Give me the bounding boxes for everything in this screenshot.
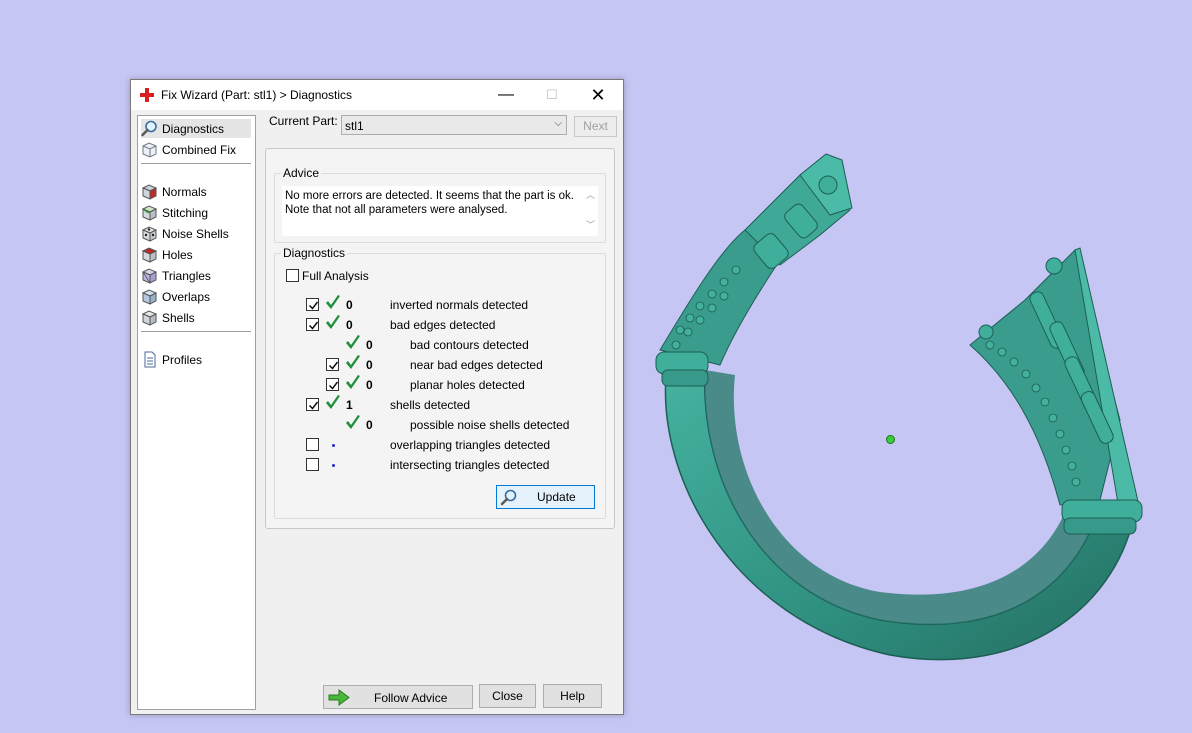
- close-window-button[interactable]: ✕: [575, 80, 621, 110]
- cube-outline-icon: [142, 142, 157, 158]
- near-bad-edges-label: near bad edges detected: [410, 358, 543, 372]
- near-bad-edges-checkbox[interactable]: [326, 358, 339, 371]
- advice-line-2: Note that not all parameters were analys…: [285, 204, 508, 216]
- cube-blue-icon: [141, 289, 158, 305]
- help-button[interactable]: Help: [543, 684, 602, 708]
- window-title: Fix Wizard (Part: stl1) > Diagnostics: [161, 88, 353, 102]
- nav-item-label: Triangles: [162, 268, 211, 283]
- title-bar[interactable]: Fix Wizard (Part: stl1) > Diagnostics — …: [131, 80, 623, 110]
- nav-item-label: Normals: [162, 184, 207, 199]
- inverted-normals-checkbox[interactable]: [306, 298, 319, 311]
- nav-item-profiles[interactable]: Profiles: [141, 350, 251, 369]
- green-check-icon: [326, 315, 340, 329]
- nav-item-stitching[interactable]: Stitching: [141, 203, 251, 222]
- inverted-normals-label: inverted normals detected: [390, 298, 529, 312]
- green-check-icon: [346, 355, 360, 369]
- shells-label: shells detected: [390, 398, 471, 412]
- cube-red-icon: [141, 184, 158, 200]
- update-label: Update: [537, 490, 576, 504]
- current-part-value: stl1: [345, 119, 364, 133]
- green-check-icon: [346, 375, 360, 389]
- advice-textbox[interactable]: No more errors are detected. It seems th…: [282, 186, 598, 236]
- nav-item-label: Combined Fix: [162, 142, 237, 157]
- cube-purple-icon: [141, 268, 158, 284]
- pending-dot-icon: [332, 444, 335, 447]
- magnifier-icon: [141, 120, 157, 137]
- overlapping-triangles-label: overlapping triangles detected: [390, 438, 551, 452]
- advice-line-1: No more errors are detected. It seems th…: [285, 190, 574, 202]
- nav-item-label: Diagnostics: [162, 121, 225, 136]
- maximize-button[interactable]: ☐: [529, 80, 575, 110]
- scroll-up-icon[interactable]: ︿: [586, 188, 595, 201]
- update-button[interactable]: Update: [496, 485, 595, 509]
- nav-item-label: Holes: [162, 247, 193, 262]
- nav-item-label: Stitching: [162, 205, 209, 220]
- next-button[interactable]: Next: [574, 116, 617, 137]
- nav-item-noise-shells[interactable]: Noise Shells: [141, 224, 251, 243]
- current-part-select[interactable]: stl1 ⌵: [341, 115, 567, 135]
- nav-item-label: Overlaps: [162, 289, 211, 304]
- nav-item-diagnostics[interactable]: Diagnostics: [141, 119, 251, 138]
- green-check-icon: [346, 335, 360, 349]
- shells-count: 1: [346, 398, 353, 412]
- intersecting-triangles-checkbox[interactable]: [306, 458, 319, 471]
- diagnostics-panel: Advice No more errors are detected. It s…: [265, 148, 615, 529]
- green-check-icon: [326, 295, 340, 309]
- scroll-down-icon[interactable]: ﹀: [586, 218, 595, 231]
- fix-wizard-dialog: Fix Wizard (Part: stl1) > Diagnostics — …: [130, 79, 624, 715]
- nav-item-label: Shells: [162, 310, 195, 325]
- nav-item-label: Noise Shells: [162, 226, 229, 241]
- planar-holes-label: planar holes detected: [410, 378, 525, 392]
- planar-holes-count: 0: [366, 378, 373, 392]
- full-analysis-label: Full Analysis: [302, 269, 369, 283]
- magnifier-icon: [500, 489, 517, 506]
- pivot-point: [886, 435, 895, 444]
- green-arrow-icon: [328, 689, 350, 706]
- nav-item-holes[interactable]: Holes: [141, 245, 251, 264]
- bad-contours-label: bad contours detected: [410, 338, 529, 352]
- bad-edges-count: 0: [346, 318, 353, 332]
- nav-item-overlaps[interactable]: Overlaps: [141, 287, 251, 306]
- wizard-nav: Diagnostics Combined Fix Normals Stitchi…: [137, 115, 256, 710]
- document-icon: [144, 351, 156, 368]
- green-check-icon: [346, 415, 360, 429]
- planar-holes-checkbox[interactable]: [326, 378, 339, 391]
- near-bad-edges-count: 0: [366, 358, 373, 372]
- minimize-button[interactable]: —: [483, 80, 529, 110]
- inverted-normals-count: 0: [346, 298, 353, 312]
- nav-item-shells[interactable]: Shells: [141, 308, 251, 327]
- cube-grey-icon: [141, 310, 158, 326]
- nav-item-normals[interactable]: Normals: [141, 182, 251, 201]
- bad-edges-checkbox[interactable]: [306, 318, 319, 331]
- follow-advice-label: Follow Advice: [374, 691, 448, 705]
- close-button[interactable]: Close: [479, 684, 536, 708]
- nav-separator: [141, 331, 251, 332]
- bad-edges-label: bad edges detected: [390, 318, 496, 332]
- full-analysis-checkbox[interactable]: [286, 269, 299, 282]
- cube-green-icon: [141, 205, 158, 221]
- green-check-icon: [326, 395, 340, 409]
- nav-item-combined-fix[interactable]: Combined Fix: [141, 140, 251, 159]
- chevron-down-icon: ⌵: [554, 118, 562, 129]
- red-cross-icon: [140, 88, 154, 102]
- shells-checkbox[interactable]: [306, 398, 319, 411]
- diagnostics-title: Diagnostics: [281, 246, 348, 260]
- dice-icon: [141, 226, 158, 242]
- intersecting-triangles-label: intersecting triangles detected: [390, 458, 550, 472]
- noise-shells-label: possible noise shells detected: [410, 418, 570, 432]
- overlapping-triangles-checkbox[interactable]: [306, 438, 319, 451]
- diagnostics-group: Diagnostics Full Analysis 0 inverted nor…: [274, 246, 606, 519]
- nav-separator: [141, 163, 251, 164]
- noise-shells-count: 0: [366, 418, 373, 432]
- current-part-label: Current Part:: [269, 114, 338, 128]
- cube-hole-icon: [141, 247, 158, 263]
- nav-item-triangles[interactable]: Triangles: [141, 266, 251, 285]
- advice-title: Advice: [281, 166, 322, 180]
- follow-advice-button[interactable]: Follow Advice: [323, 685, 473, 709]
- bad-contours-count: 0: [366, 338, 373, 352]
- nav-item-label: Profiles: [162, 352, 203, 367]
- advice-group: Advice No more errors are detected. It s…: [274, 166, 606, 243]
- pending-dot-icon: [332, 464, 335, 467]
